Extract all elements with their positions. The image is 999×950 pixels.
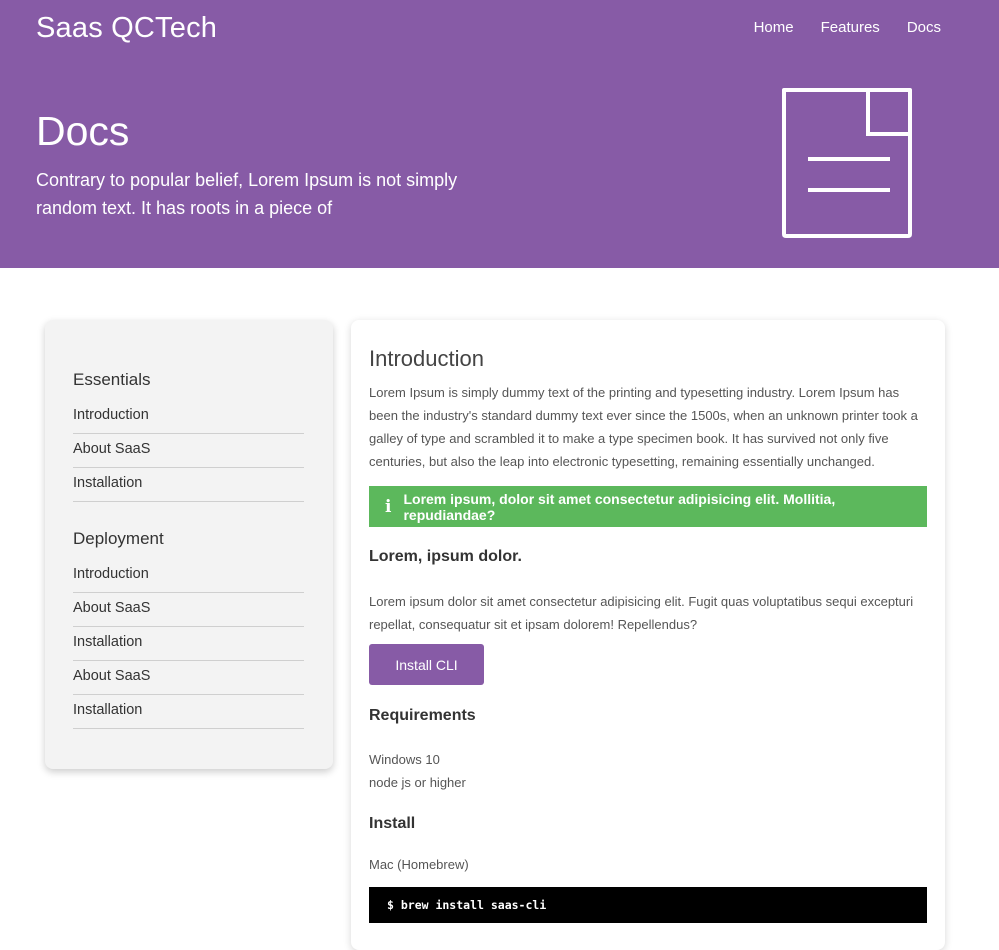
docs-sidebar: Essentials Introduction About SaaS Insta… bbox=[45, 320, 333, 769]
sidebar-heading: Essentials bbox=[73, 370, 151, 389]
requirements-title: Requirements bbox=[369, 707, 476, 724]
nav-home[interactable]: Home bbox=[754, 19, 794, 36]
install-title: Install bbox=[369, 815, 416, 832]
nav-docs[interactable]: Docs bbox=[907, 19, 941, 36]
sidebar-heading: Deployment bbox=[73, 529, 164, 548]
sidebar-item-about-saas[interactable]: About SaaS bbox=[73, 661, 304, 695]
sidebar-group-essentials: Essentials Introduction About SaaS Insta… bbox=[73, 370, 304, 502]
sidebar-group-deployment: Deployment Introduction About SaaS Insta… bbox=[73, 529, 304, 729]
subsection-paragraph: Lorem ipsum dolor sit amet consectetur a… bbox=[369, 594, 914, 632]
sidebar-item-about-saas[interactable]: About SaaS bbox=[73, 434, 304, 468]
info-icon: i bbox=[385, 496, 392, 517]
sidebar-item-installation[interactable]: Installation bbox=[73, 468, 304, 502]
nav-features[interactable]: Features bbox=[821, 19, 880, 36]
sidebar-item-introduction[interactable]: Introduction bbox=[73, 559, 304, 593]
requirement-item: Windows 10 bbox=[369, 752, 440, 767]
top-nav: Home Features Docs bbox=[754, 19, 941, 36]
info-alert: i Lorem ipsum, dolor sit amet consectetu… bbox=[369, 486, 927, 527]
subsection-title: Lorem, ipsum dolor. bbox=[369, 548, 522, 565]
page-title: Docs bbox=[36, 108, 130, 154]
mac-homebrew-label: Mac (Homebrew) bbox=[369, 857, 469, 872]
alert-text: Lorem ipsum, dolor sit amet consectetur … bbox=[403, 490, 836, 523]
section-title: Introduction bbox=[369, 346, 484, 371]
sidebar-item-introduction[interactable]: Introduction bbox=[73, 400, 304, 434]
docs-content: Introduction Lorem Ipsum is simply dummy… bbox=[351, 320, 945, 950]
code-block[interactable]: $ brew install saas-cli bbox=[369, 887, 927, 923]
sidebar-item-about-saas[interactable]: About SaaS bbox=[73, 593, 304, 627]
document-icon bbox=[782, 88, 912, 238]
intro-paragraph: Lorem Ipsum is simply dummy text of the … bbox=[369, 385, 918, 469]
requirement-item: node js or higher bbox=[369, 775, 466, 790]
brand-logo[interactable]: Saas QCTech bbox=[36, 12, 217, 45]
requirements-list: Windows 10 node js or higher bbox=[369, 748, 466, 794]
sidebar-item-installation[interactable]: Installation bbox=[73, 627, 304, 661]
install-cli-button[interactable]: Install CLI bbox=[369, 644, 484, 685]
sidebar-item-installation[interactable]: Installation bbox=[73, 695, 304, 729]
page-subtitle: Contrary to popular belief, Lorem Ipsum … bbox=[36, 170, 458, 218]
hero-header: Saas QCTech Home Features Docs Docs Cont… bbox=[0, 0, 999, 268]
